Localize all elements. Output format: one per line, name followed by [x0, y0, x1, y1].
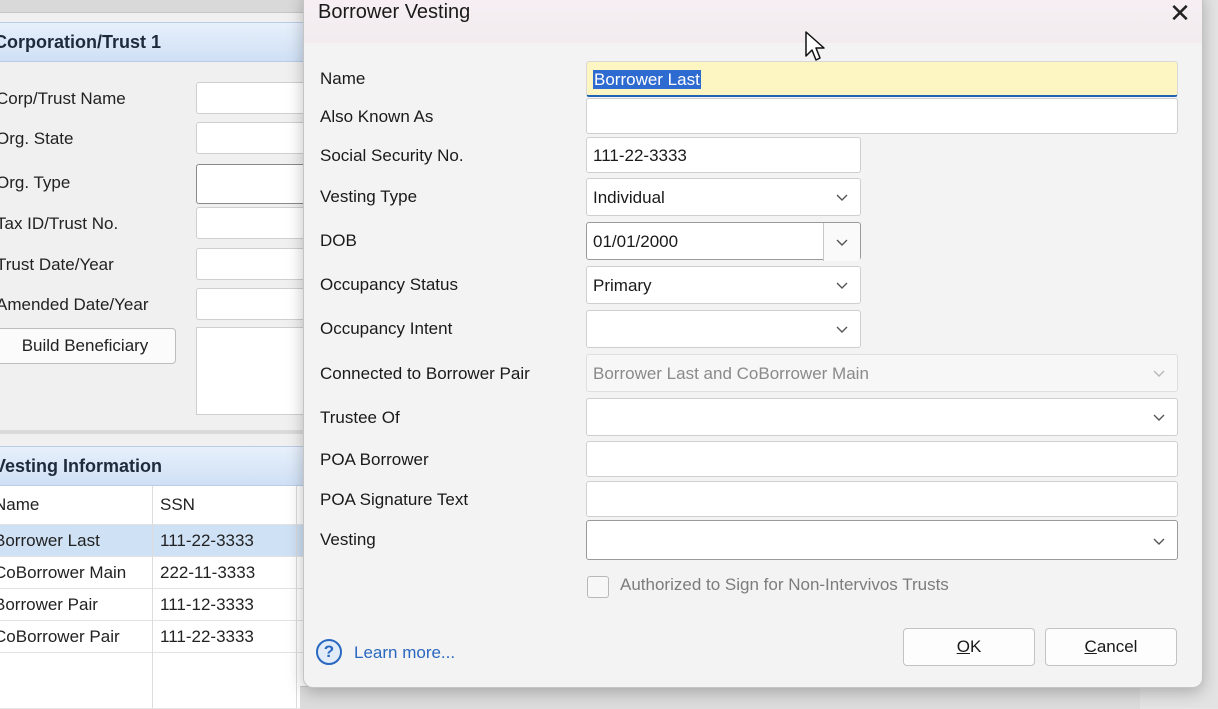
vesting-grid: Name SSN Borrower Last 111-22-3333 CoBor…	[0, 486, 310, 708]
vesting-dropdown[interactable]	[586, 520, 1178, 560]
org-state-label: Org. State	[0, 129, 74, 148]
corp-trust-section-header: Corporation/Trust 1	[0, 22, 310, 62]
connected-pair-label: Connected to Borrower Pair	[320, 364, 530, 383]
org-type-label: Org. Type	[0, 173, 71, 192]
mouse-cursor-icon	[805, 31, 825, 61]
row-name: Borrower Last	[0, 531, 100, 550]
poa-borrower-input[interactable]	[586, 441, 1178, 477]
ok-label-rest: K	[969, 637, 982, 656]
chevron-down-icon	[836, 239, 848, 246]
table-row[interactable]: CoBorrower Main 222-11-3333	[0, 556, 310, 589]
table-row-empty	[0, 652, 310, 685]
chevron-down-icon	[1153, 414, 1165, 421]
ssn-input[interactable]: 111-22-3333	[586, 137, 861, 173]
ok-button[interactable]: OK	[903, 628, 1035, 666]
dialog-title: Borrower Vesting	[318, 1, 471, 23]
corp-trust-title: Corporation/Trust 1	[0, 32, 162, 52]
row-name: Borrower Pair	[0, 595, 98, 614]
row-ssn: 111-22-3333	[160, 531, 254, 550]
chevron-down-icon	[836, 326, 848, 333]
vesting-type-dropdown[interactable]: Individual	[586, 178, 861, 216]
vesting-type-label: Vesting Type	[320, 187, 418, 206]
vesting-info-title: Vesting Information	[0, 456, 163, 476]
cancel-label-rest: ancel	[1096, 637, 1138, 656]
grid-column-divider	[152, 486, 153, 708]
trust-date-field[interactable]	[196, 248, 318, 280]
occupancy-intent-label: Occupancy Intent	[320, 319, 453, 338]
row-ssn: 222-11-3333	[160, 563, 256, 582]
row-ssn: 111-22-3333	[160, 627, 254, 646]
tax-id-field[interactable]	[196, 207, 318, 239]
borrower-vesting-dialog: Borrower Vesting ✕ Name Borrower Last Al…	[303, 0, 1203, 688]
chevron-down-icon	[1153, 370, 1165, 377]
dob-label: DOB	[320, 231, 357, 250]
amended-date-label: Amended Date/Year	[0, 295, 149, 314]
chevron-down-icon	[1153, 538, 1165, 545]
help-icon[interactable]: ?	[316, 639, 342, 665]
dialog-titlebar[interactable]: Borrower Vesting ✕	[304, 0, 1202, 43]
background-bottom-bar	[300, 686, 1140, 709]
name-input[interactable]: Borrower Last	[586, 61, 1178, 97]
authorized-sign-label: Authorized to Sign for Non-Intervivos Tr…	[620, 575, 949, 594]
cancel-button[interactable]: Cancel	[1045, 628, 1177, 666]
vesting-label: Vesting	[320, 530, 376, 549]
grid-header-name: Name	[0, 495, 40, 514]
aka-input[interactable]	[586, 98, 1178, 134]
tax-id-label: Tax ID/Trust No.	[0, 214, 119, 233]
connected-pair-value: Borrower Last and CoBorrower Main	[593, 364, 869, 383]
poa-signature-input[interactable]	[586, 481, 1178, 517]
connected-pair-dropdown: Borrower Last and CoBorrower Main	[586, 354, 1178, 392]
row-name: CoBorrower Pair	[0, 627, 120, 646]
name-input-value: Borrower Last	[593, 70, 701, 89]
vesting-info-section-header: Vesting Information	[0, 446, 310, 486]
dob-date-picker[interactable]: 01/01/2000	[586, 222, 861, 261]
corp-trust-name-field[interactable]	[196, 82, 318, 114]
vesting-type-value: Individual	[593, 188, 665, 207]
occupancy-intent-dropdown[interactable]	[586, 310, 861, 348]
trust-date-label: Trust Date/Year	[0, 255, 114, 274]
close-icon[interactable]: ✕	[1166, 0, 1194, 27]
occupancy-status-label: Occupancy Status	[320, 275, 458, 294]
ssn-label: Social Security No.	[320, 146, 464, 165]
authorized-sign-checkbox[interactable]	[587, 576, 609, 598]
table-row[interactable]: Borrower Last 111-22-3333	[0, 524, 310, 557]
corp-trust-name-label: Corp/Trust Name	[0, 89, 126, 108]
amended-date-field[interactable]	[196, 288, 318, 320]
org-state-field[interactable]	[196, 122, 318, 154]
org-type-field[interactable]	[196, 164, 318, 204]
table-row[interactable]: CoBorrower Pair 111-22-3333	[0, 620, 310, 653]
background-top-strip	[0, 0, 310, 13]
learn-more-link[interactable]: Learn more...	[354, 643, 455, 663]
occupancy-status-value: Primary	[593, 276, 652, 295]
poa-borrower-label: POA Borrower	[320, 450, 429, 469]
occupancy-status-dropdown[interactable]: Primary	[586, 266, 861, 304]
trustee-of-dropdown[interactable]	[586, 398, 1178, 436]
chevron-down-icon	[836, 194, 848, 201]
grid-column-divider	[296, 486, 297, 708]
trustee-of-label: Trustee Of	[320, 408, 400, 427]
row-ssn: 111-12-3333	[160, 595, 254, 614]
dob-dropdown-button[interactable]	[823, 223, 860, 261]
poa-signature-label: POA Signature Text	[320, 490, 469, 509]
dob-value: 01/01/2000	[593, 232, 679, 251]
table-row[interactable]: Borrower Pair 111-12-3333	[0, 588, 310, 621]
build-beneficiary-button[interactable]: Build Beneficiary	[0, 328, 176, 364]
name-label: Name	[320, 69, 366, 88]
section-divider	[0, 430, 310, 434]
cancel-accelerator: C	[1084, 637, 1097, 656]
aka-label: Also Known As	[320, 107, 434, 126]
ok-accelerator: O	[956, 637, 970, 656]
beneficiary-textarea[interactable]	[196, 327, 318, 415]
grid-header-ssn: SSN	[160, 495, 195, 514]
chevron-down-icon	[836, 282, 848, 289]
row-name: CoBorrower Main	[0, 563, 127, 582]
